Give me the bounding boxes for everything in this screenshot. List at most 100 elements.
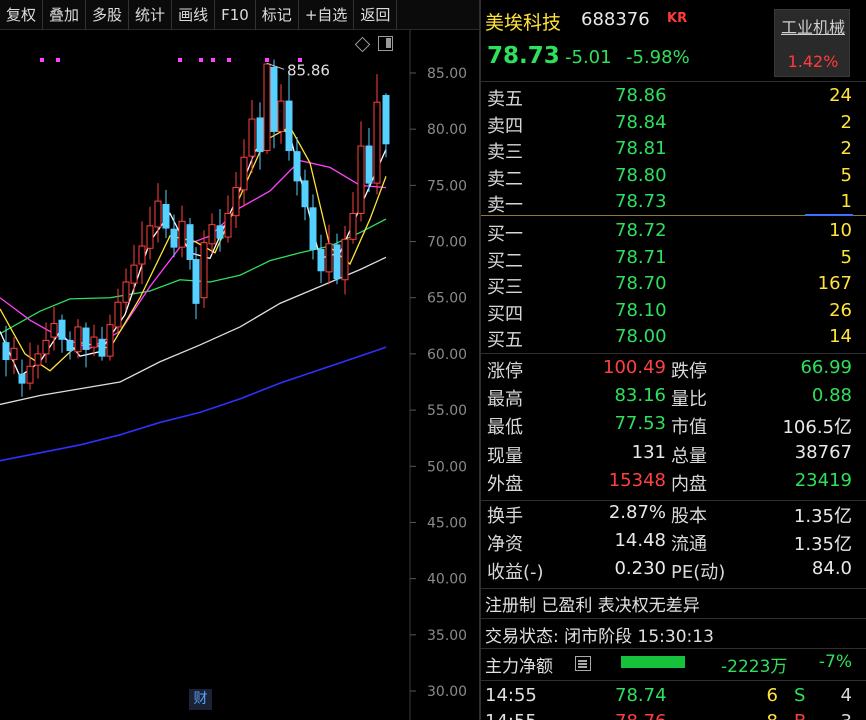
divider [481,81,866,82]
signal-marker [199,58,203,62]
financial-report-badge[interactable]: 财 [189,689,212,710]
list-icon[interactable] [575,656,591,671]
candle-body [270,66,278,132]
candle-body [349,212,357,240]
bid-row[interactable]: 买四 78.10 26 [481,298,866,325]
toolbar-f10-button[interactable]: F10 [215,0,256,30]
order-level-label: 卖三 [487,142,523,163]
candle-body [18,373,26,384]
stat-label: 净资 [487,534,523,556]
main-net-flow-value: -2223万 [721,657,788,677]
toolbar-back-button[interactable]: 返回 [354,0,398,30]
ask-row[interactable]: 卖五 78.86 24 [481,83,866,110]
ask-row[interactable]: 卖三 78.81 2 [481,136,866,163]
price-axis-label: 85.00 [427,66,467,82]
stat-value: 106.5亿 [782,417,852,439]
signal-marker [56,58,60,62]
divider [481,618,866,619]
stat-label: 总量 [671,445,707,467]
bid-row[interactable]: 买三 78.70 167 [481,271,866,298]
candle-body [154,200,162,228]
candle-body [2,342,10,361]
stat-value: 83.16 [614,385,666,407]
order-level-label: 卖五 [487,89,523,110]
price-axis-label: 35.00 [427,628,467,644]
kline-chart-pane[interactable]: 85.00 80.00 75.00 70.00 65.00 60.00 55.00 50.00… [0,0,479,720]
stat-value: 15348 [608,469,666,491]
kline-chart[interactable]: 85.00 80.00 75.00 70.00 65.00 60.00 55.00 50.00… [0,0,479,720]
order-level-label: 卖一 [487,195,523,216]
toolbar-mark-button[interactable]: 标记 [256,0,299,30]
order-volume: 5 [840,164,852,186]
tick-row[interactable]: 14:55 78.74 6 S 4 [481,683,866,709]
industry-sector-button[interactable]: 工业机械 1.42% [774,9,850,77]
candle-body [58,319,66,340]
stat-value: 66.99 [800,357,852,378]
toolbar-restore-rights-button[interactable]: 复权 [0,0,44,30]
toolbar-add-watchlist-button[interactable]: +自选 [299,0,355,30]
order-price: 78.70 [615,273,667,294]
panel-toggle-icon[interactable] [378,36,393,51]
ask-row[interactable]: 卖二 78.80 5 [481,163,866,190]
toolbar-overlay-button[interactable]: 叠加 [43,0,87,30]
candle-body [224,212,232,238]
candle-body [317,248,325,272]
signal-marker [265,58,269,62]
candle-body [74,326,82,353]
candle-body [178,220,186,248]
stock-code: 688376 [581,9,650,30]
candle-body [357,145,365,214]
bid-row[interactable]: 买二 78.71 5 [481,245,866,272]
order-price: 78.73 [615,191,667,212]
last-price: 78.73 [487,43,560,69]
order-level-label: 卖二 [487,168,523,190]
bid-row[interactable]: 买五 78.00 14 [481,324,866,351]
bid-row[interactable]: 买一 78.72 10 [481,218,866,245]
order-volume: 1 [840,191,852,212]
order-level-label: 买四 [487,303,523,325]
stock-name: 美埃科技 [485,12,562,34]
stat-label: 收益(-) [487,562,544,584]
tick-row[interactable]: 14:55 78.76 8 B 3 [481,709,866,720]
price-axis-label: 60.00 [427,347,467,363]
stat-value: 0.88 [811,385,852,407]
price-axis-label: 45.00 [427,515,467,531]
ask-row[interactable]: 卖四 78.84 2 [481,110,866,137]
main-net-flow-bar [621,656,685,668]
candle-body [341,238,349,281]
candle-body [333,244,341,280]
divider [481,500,866,501]
order-volume: 26 [829,299,852,321]
candle-body [162,203,170,229]
candle-body [42,339,50,355]
stat-label: 跌停 [671,361,707,382]
stat-row: 收益(-) 0.230 PE(动) 84.0 [481,556,866,584]
signal-marker [178,58,182,62]
tick-price: 78.76 [615,711,667,720]
tick-volume: 8 [767,711,778,720]
stat-label: 换手 [487,506,523,527]
order-level-label: 买二 [487,250,523,272]
candle-body [50,323,58,338]
price-change-percent: -5.98% [626,47,690,68]
candle-body [200,242,208,299]
candle-body [373,101,381,184]
diamond-icon[interactable] [354,36,371,53]
stat-row: 净资 14.48 流通 1.35亿 [481,528,866,556]
candle-body [34,353,42,366]
ask-row[interactable]: 卖一 78.73 1 [481,189,866,216]
tick-volume: 6 [766,685,778,706]
tick-count: 3 [841,711,852,720]
kr-badge: KR [667,11,688,26]
toolbar-multi-stock-button[interactable]: 多股 [86,0,130,30]
price-change: -5.01 [565,47,612,68]
tick-count: 4 [840,685,852,706]
candle-body [170,228,178,248]
candle-body [293,151,301,182]
candle-body [66,339,74,352]
toolbar-draw-line-button[interactable]: 画线 [172,0,216,30]
candle-body [256,117,264,153]
toolbar-statistics-button[interactable]: 统计 [129,0,173,30]
stat-value: 84.0 [811,558,852,580]
candle-body [82,327,90,350]
